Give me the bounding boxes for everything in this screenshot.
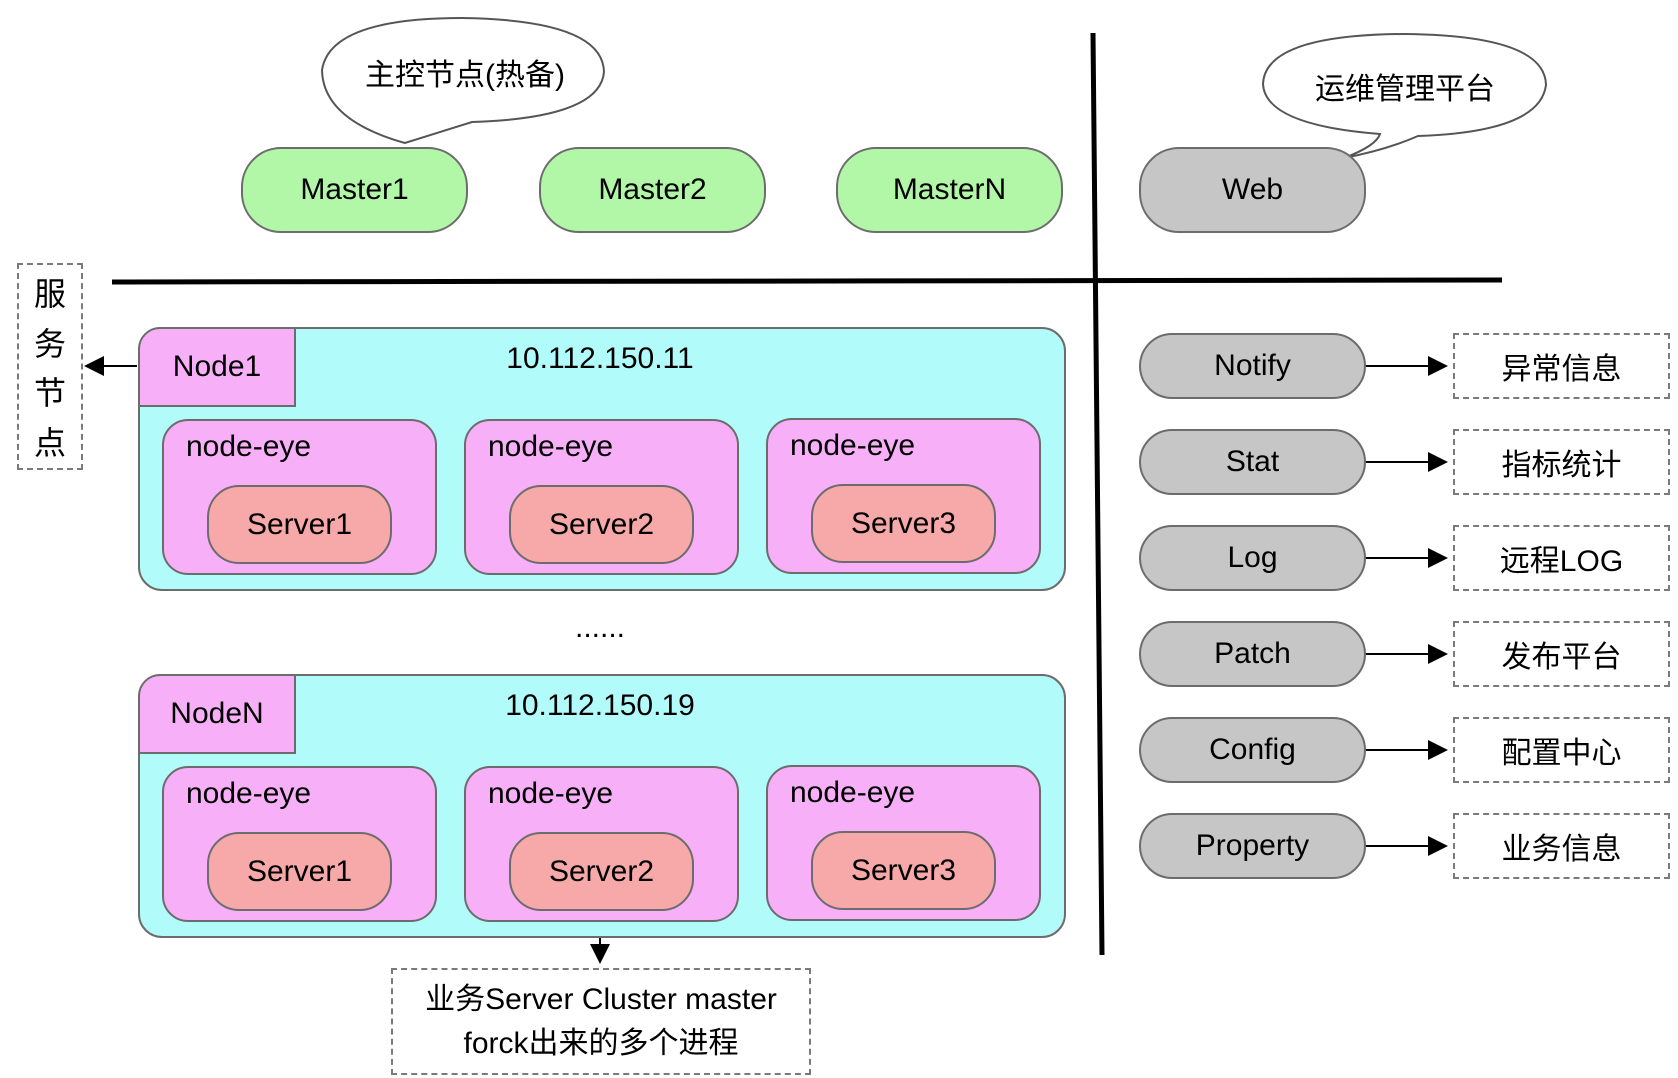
- master1-node[interactable]: Master1: [241, 147, 468, 233]
- master-callout-text: 主控节点(热备): [365, 59, 565, 92]
- noden-ip: 10.112.150.19: [505, 689, 695, 722]
- patch-target: 发布平台: [1453, 621, 1670, 687]
- node1-label: Node1: [138, 327, 296, 407]
- config-service[interactable]: Config: [1139, 717, 1366, 783]
- fork-note-line2: forck出来的多个进程: [463, 1026, 739, 1060]
- stat-target: 指标统计: [1453, 429, 1670, 495]
- service-node-char: 务: [33, 325, 66, 362]
- web-callout-text: 运维管理平台: [1315, 73, 1495, 106]
- vertical-divider: [1090, 32, 1105, 956]
- node-eye-label: node-eye: [186, 430, 312, 463]
- mastern-node[interactable]: MasterN: [836, 147, 1063, 233]
- service-node-char: 节: [33, 375, 66, 412]
- log-target: 远程LOG: [1453, 525, 1670, 591]
- horizontal-divider: [111, 277, 1503, 285]
- patch-service[interactable]: Patch: [1139, 621, 1366, 687]
- notify-service[interactable]: Notify: [1139, 333, 1366, 399]
- node-eye-label: node-eye: [488, 777, 614, 810]
- server1-node[interactable]: Server1: [207, 832, 392, 911]
- noden-label: NodeN: [138, 674, 296, 754]
- service-node-label: 服 务 节 点: [17, 263, 83, 470]
- web-node[interactable]: Web: [1139, 147, 1366, 233]
- server1-node[interactable]: Server1: [207, 485, 392, 564]
- config-target: 配置中心: [1453, 717, 1670, 783]
- ellipsis: ......: [574, 611, 625, 644]
- node-eye-label: node-eye: [186, 777, 312, 810]
- property-target: 业务信息: [1453, 813, 1670, 879]
- property-service[interactable]: Property: [1139, 813, 1366, 879]
- notify-target: 异常信息: [1453, 333, 1670, 399]
- service-node-char: 点: [33, 425, 66, 462]
- node-eye-label: node-eye: [790, 429, 916, 462]
- server3-node[interactable]: Server3: [811, 484, 996, 563]
- server2-node[interactable]: Server2: [509, 485, 694, 564]
- master2-node[interactable]: Master2: [539, 147, 766, 233]
- server3-node[interactable]: Server3: [811, 831, 996, 910]
- stat-service[interactable]: Stat: [1139, 429, 1366, 495]
- service-node-char: 服: [33, 275, 66, 312]
- server2-node[interactable]: Server2: [509, 832, 694, 911]
- fork-note-line1: 业务Server Cluster master: [425, 982, 777, 1016]
- node-eye-label: node-eye: [790, 776, 916, 809]
- log-service[interactable]: Log: [1139, 525, 1366, 591]
- node-eye-label: node-eye: [488, 430, 614, 463]
- fork-note: 业务Server Cluster master forck出来的多个进程: [391, 968, 811, 1075]
- architecture-diagram: 主控节点(热备) 运维管理平台 Master1 Master2 MasterN …: [0, 0, 1678, 1078]
- node1-ip: 10.112.150.11: [506, 342, 694, 375]
